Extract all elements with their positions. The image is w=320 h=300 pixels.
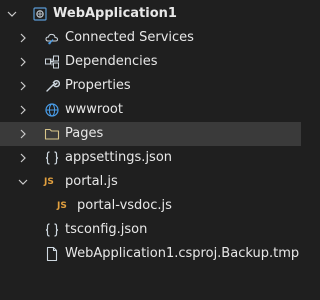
file-icon xyxy=(46,246,58,262)
chevron-right-icon[interactable] xyxy=(18,57,28,67)
tree-item-label: portal.js xyxy=(65,174,118,189)
json-icon xyxy=(45,223,59,237)
chevron-right-icon[interactable] xyxy=(18,33,28,43)
tree-item-label: WebApplication1.csproj.Backup.tmp xyxy=(65,246,300,261)
chevron-right-icon[interactable] xyxy=(18,129,28,139)
solution-explorer-tree: WebApplication1 Connected Services Depen… xyxy=(0,0,301,300)
tree-item-wwwroot[interactable]: wwwroot xyxy=(0,98,301,122)
tree-item-appsettings-json[interactable]: appsettings.json xyxy=(0,146,301,170)
tree-item-backup-tmp[interactable]: WebApplication1.csproj.Backup.tmp xyxy=(0,242,301,266)
wrench-icon xyxy=(46,79,60,92)
tree-item-portal-js[interactable]: JS portal.js xyxy=(0,170,301,194)
tree-item-tsconfig-json[interactable]: tsconfig.json xyxy=(0,218,301,242)
tree-item-portal-vsdoc-js[interactable]: JS portal-vsdoc.js xyxy=(0,194,301,218)
tree-item-properties[interactable]: Properties xyxy=(0,74,301,98)
chevron-down-icon[interactable] xyxy=(7,9,17,19)
js-icon: JS xyxy=(57,201,67,211)
chevron-right-icon[interactable] xyxy=(18,81,28,91)
tree-item-project[interactable]: WebApplication1 xyxy=(0,2,301,26)
tree-item-label: Dependencies xyxy=(65,54,158,69)
connected-services-icon xyxy=(45,33,59,45)
js-icon: JS xyxy=(44,177,54,187)
tree-item-label: Connected Services xyxy=(65,30,194,45)
tree-item-label: tsconfig.json xyxy=(65,222,148,237)
chevron-right-icon[interactable] xyxy=(18,105,28,115)
chevron-right-icon[interactable] xyxy=(18,153,28,163)
tree-item-connected-services[interactable]: Connected Services xyxy=(0,26,301,50)
tree-item-label: portal-vsdoc.js xyxy=(77,198,172,213)
tree-item-dependencies[interactable]: Dependencies xyxy=(0,50,301,74)
tree-item-label: Properties xyxy=(65,78,131,93)
chevron-down-icon[interactable] xyxy=(18,177,28,187)
csharp-web-project-icon xyxy=(33,7,47,21)
folder-icon xyxy=(44,128,60,140)
json-icon xyxy=(45,151,59,165)
tree-item-label: Pages xyxy=(65,126,104,141)
globe-icon xyxy=(45,103,59,117)
dependencies-icon xyxy=(45,55,59,69)
tree-item-pages[interactable]: Pages xyxy=(0,122,301,146)
tree-item-label: wwwroot xyxy=(65,102,123,117)
project-name: WebApplication1 xyxy=(53,6,177,21)
tree-item-label: appsettings.json xyxy=(65,150,173,165)
